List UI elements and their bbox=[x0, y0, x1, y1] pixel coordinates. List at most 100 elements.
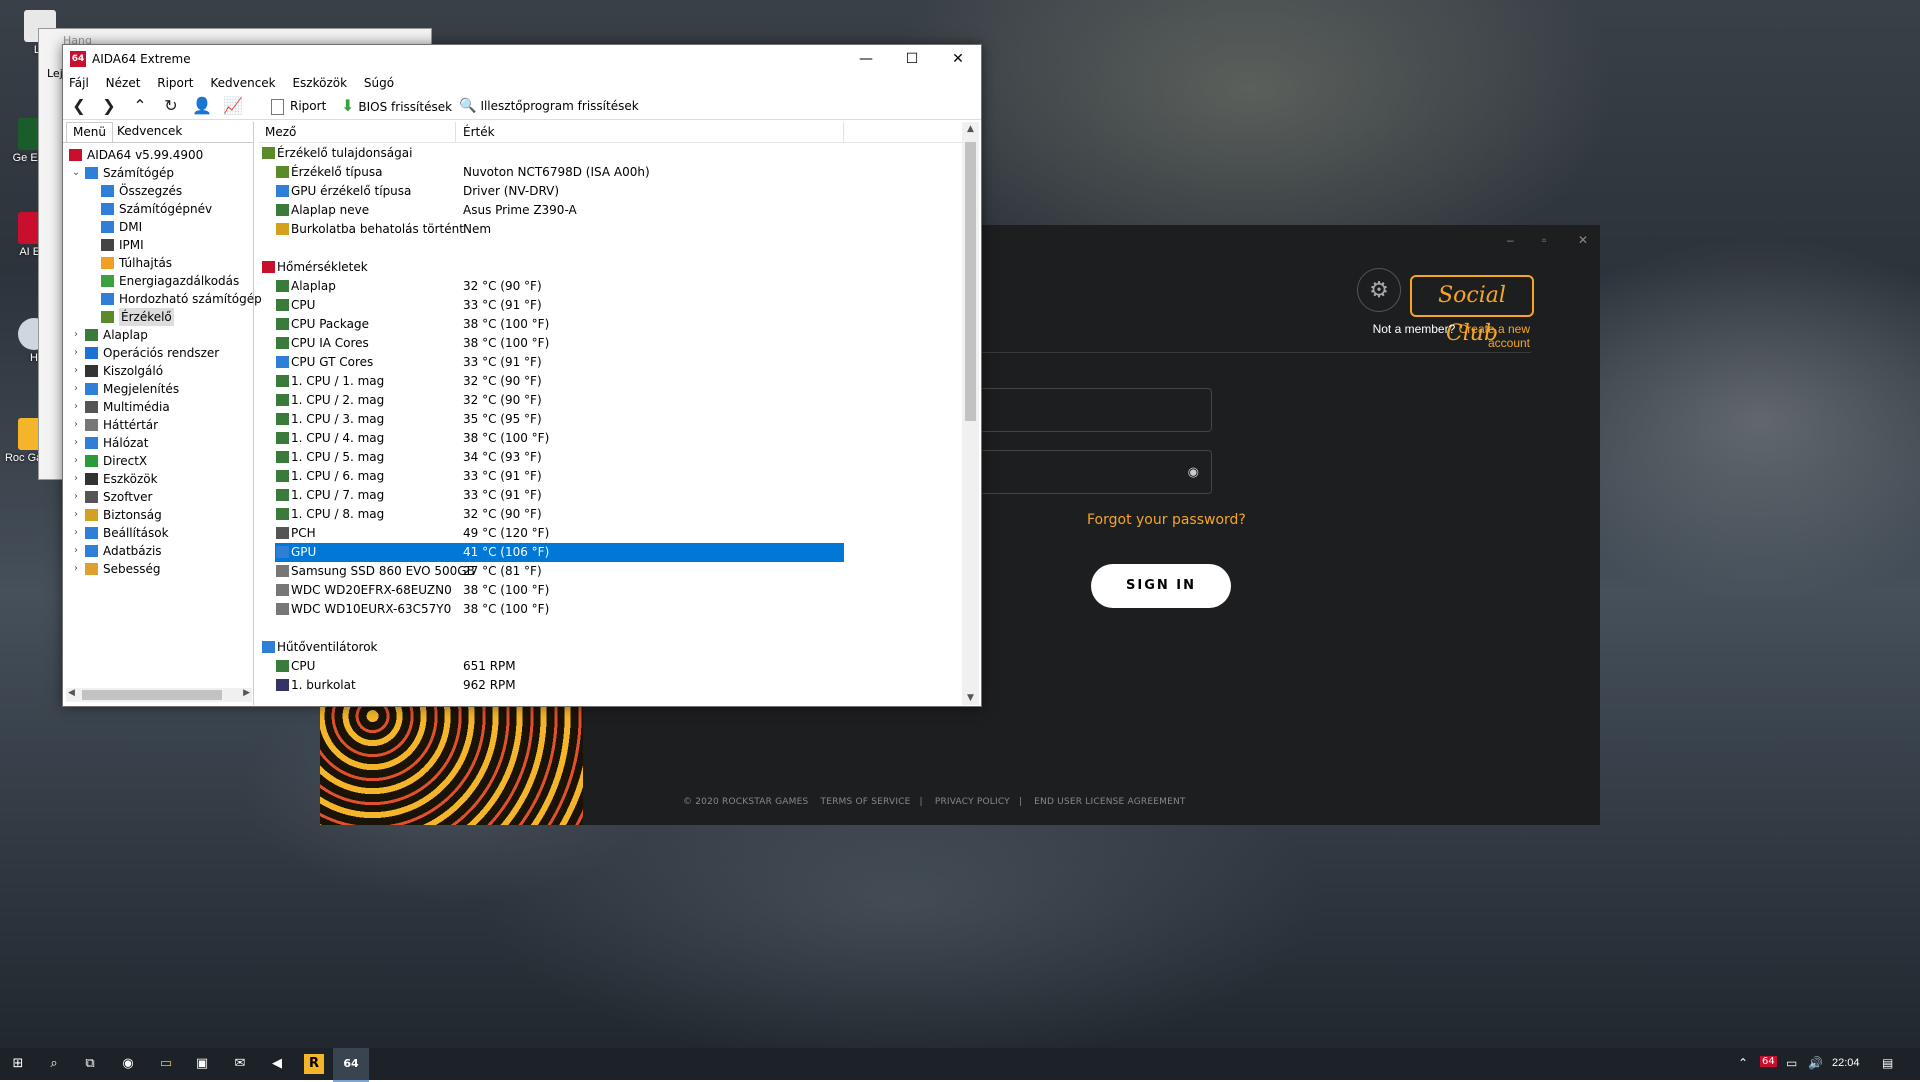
expand-icon[interactable]: › bbox=[71, 470, 81, 488]
aida64-taskbar-icon[interactable]: 64 bbox=[333, 1048, 369, 1082]
table-row[interactable]: CPU IA Cores 38 °C (100 °F) bbox=[258, 334, 959, 353]
scroll-up-icon[interactable]: ▲ bbox=[962, 124, 979, 134]
section-header[interactable]: Érzékelő tulajdonságai bbox=[258, 144, 959, 163]
network-icon[interactable]: ▭ bbox=[1786, 1056, 1797, 1070]
show-password-icon[interactable]: ◉ bbox=[1188, 464, 1199, 480]
notification-icon[interactable]: ▤ bbox=[1882, 1056, 1893, 1070]
table-row[interactable]: GPU 41 °C (106 °F) bbox=[258, 543, 959, 562]
expand-icon[interactable]: › bbox=[71, 560, 81, 578]
table-row[interactable]: CPU 33 °C (91 °F) bbox=[258, 296, 959, 315]
forward-icon[interactable]: ❯ bbox=[97, 96, 121, 116]
mail-icon[interactable]: ✉ bbox=[230, 1054, 250, 1074]
tree-item[interactable]: › Biztonság bbox=[63, 506, 253, 524]
table-row[interactable]: CPU Package 38 °C (100 °F) bbox=[258, 315, 959, 334]
table-row[interactable]: 1. CPU / 3. mag 35 °C (95 °F) bbox=[258, 410, 959, 429]
tab-favorites[interactable]: Kedvencek bbox=[111, 122, 188, 141]
sc-close-button[interactable]: ✕ bbox=[1578, 233, 1588, 247]
vertical-scrollbar[interactable]: ▲ ▼ bbox=[962, 122, 979, 705]
tab-menu[interactable]: Menü bbox=[66, 122, 113, 142]
tree-item[interactable]: › Hálózat bbox=[63, 434, 253, 452]
tree-item[interactable]: › Kiszolgáló bbox=[63, 362, 253, 380]
user-icon[interactable]: 👤 bbox=[190, 96, 214, 116]
section-header[interactable]: Hűtőventilátorok bbox=[258, 638, 959, 657]
table-row[interactable]: 1. CPU / 4. mag 38 °C (100 °F) bbox=[258, 429, 959, 448]
expand-icon[interactable]: › bbox=[71, 488, 81, 506]
table-row[interactable]: WDC WD20EFRX-68EUZN0 38 °C (100 °F) bbox=[258, 581, 959, 600]
task-view-icon[interactable]: ⧉ bbox=[80, 1054, 100, 1074]
table-row[interactable]: Burkolatba behatolás történt Nem bbox=[258, 220, 959, 239]
create-account-link[interactable]: Create a new account bbox=[1459, 322, 1530, 350]
table-row[interactable]: WDC WD10EURX-63C57Y0 38 °C (100 °F) bbox=[258, 600, 959, 619]
tree-item[interactable]: › Háttértár bbox=[63, 416, 253, 434]
refresh-icon[interactable]: ↻ bbox=[159, 96, 183, 116]
chart-icon[interactable]: 📈 bbox=[221, 96, 245, 116]
tree-item[interactable]: › Megjelenítés bbox=[63, 380, 253, 398]
chrome-icon[interactable]: ◉ bbox=[118, 1054, 138, 1074]
table-row[interactable]: Samsung SSD 860 EVO 500GB 27 °C (81 °F) bbox=[258, 562, 959, 581]
tree-item[interactable]: › DirectX bbox=[63, 452, 253, 470]
table-row[interactable]: Alaplap neve Asus Prime Z390-A bbox=[258, 201, 959, 220]
table-row[interactable]: 1. CPU / 1. mag 32 °C (90 °F) bbox=[258, 372, 959, 391]
tray-aida64-icon[interactable]: 64 bbox=[1760, 1056, 1777, 1067]
column-header-field[interactable]: Mező bbox=[265, 125, 296, 139]
menu-favorites[interactable]: Kedvencek bbox=[210, 73, 282, 90]
table-row[interactable]: 1. CPU / 5. mag 34 °C (93 °F) bbox=[258, 448, 959, 467]
up-icon[interactable]: ⌃ bbox=[128, 96, 152, 116]
sc-maximize-button[interactable]: ▫ bbox=[1542, 233, 1546, 247]
terms-link[interactable]: TERMS OF SERVICE bbox=[821, 797, 911, 807]
column-divider[interactable] bbox=[455, 122, 456, 142]
store-icon[interactable]: ▣ bbox=[192, 1054, 212, 1074]
title-bar[interactable]: 64 AIDA64 Extreme — ☐ ✕ bbox=[63, 45, 981, 73]
expand-icon[interactable]: ⌄ bbox=[71, 164, 81, 182]
tree-item[interactable]: Számítógépnév bbox=[63, 200, 253, 218]
expand-icon[interactable]: › bbox=[71, 416, 81, 434]
file-explorer-icon[interactable]: ▭ bbox=[156, 1054, 176, 1074]
forgot-password-link[interactable]: Forgot your password? bbox=[1087, 512, 1246, 528]
table-row[interactable]: CPU GT Cores 33 °C (91 °F) bbox=[258, 353, 959, 372]
table-row[interactable]: Érzékelő típusa Nuvoton NCT6798D (ISA A00… bbox=[258, 163, 959, 182]
table-row[interactable]: 1. CPU / 6. mag 33 °C (91 °F) bbox=[258, 467, 959, 486]
maximize-button[interactable]: ☐ bbox=[889, 45, 935, 73]
menu-help[interactable]: Súgó bbox=[364, 73, 401, 90]
speaker-icon[interactable]: 🔊 bbox=[1808, 1056, 1823, 1070]
scroll-right-icon[interactable]: ▶ bbox=[243, 688, 250, 698]
tree-item[interactable]: AIDA64 v5.99.4900 bbox=[63, 146, 253, 164]
menu-report[interactable]: Riport bbox=[157, 73, 200, 90]
expand-icon[interactable]: › bbox=[71, 326, 81, 344]
tree-item[interactable]: › Operációs rendszer bbox=[63, 344, 253, 362]
volume-app-icon[interactable]: ◀ bbox=[267, 1054, 287, 1074]
close-button[interactable]: ✕ bbox=[935, 45, 981, 73]
scrollbar-thumb[interactable] bbox=[82, 690, 222, 700]
tree-item[interactable]: › Adatbázis bbox=[63, 542, 253, 560]
tree-item[interactable]: Energiagazdálkodás bbox=[63, 272, 253, 290]
expand-icon[interactable]: › bbox=[71, 344, 81, 362]
tree-item[interactable]: › Sebesség bbox=[63, 560, 253, 578]
table-row[interactable]: PCH 49 °C (120 °F) bbox=[258, 524, 959, 543]
table-row[interactable]: CPU 651 RPM bbox=[258, 657, 959, 676]
sc-minimize-button[interactable]: – bbox=[1507, 233, 1514, 247]
rockstar-launcher-icon[interactable]: R bbox=[304, 1054, 324, 1074]
menu-view[interactable]: Nézet bbox=[106, 73, 148, 90]
privacy-link[interactable]: PRIVACY POLICY bbox=[935, 797, 1010, 807]
column-header-value[interactable]: Érték bbox=[463, 125, 495, 139]
expand-icon[interactable]: › bbox=[71, 362, 81, 380]
eula-link[interactable]: END USER LICENSE AGREEMENT bbox=[1034, 797, 1185, 807]
tree-item[interactable]: ⌄ Számítógép bbox=[63, 164, 253, 182]
scrollbar-thumb[interactable] bbox=[965, 142, 976, 421]
expand-icon[interactable]: › bbox=[71, 398, 81, 416]
bios-update-button[interactable]: ⬇ BIOS frissítések bbox=[341, 96, 452, 116]
gear-icon[interactable]: ⚙ bbox=[1357, 268, 1401, 312]
column-divider[interactable] bbox=[843, 122, 844, 142]
table-row[interactable]: 1. burkolat 962 RPM bbox=[258, 676, 959, 695]
table-row[interactable]: 1. CPU / 8. mag 32 °C (90 °F) bbox=[258, 505, 959, 524]
horizontal-scrollbar[interactable]: ◀ ▶ bbox=[66, 688, 252, 702]
table-row[interactable]: Alaplap 32 °C (90 °F) bbox=[258, 277, 959, 296]
driver-update-button[interactable]: 🔍 Illesztőprogram frissítések bbox=[459, 96, 639, 116]
menu-tools[interactable]: Eszközök bbox=[292, 73, 354, 90]
expand-icon[interactable]: › bbox=[71, 506, 81, 524]
table-row[interactable]: GPU érzékelő típusa Driver (NV-DRV) bbox=[258, 182, 959, 201]
tree-item[interactable]: IPMI bbox=[63, 236, 253, 254]
tree-item[interactable]: › Beállítások bbox=[63, 524, 253, 542]
minimize-button[interactable]: — bbox=[843, 45, 889, 73]
report-button[interactable]: Riport bbox=[271, 96, 326, 116]
